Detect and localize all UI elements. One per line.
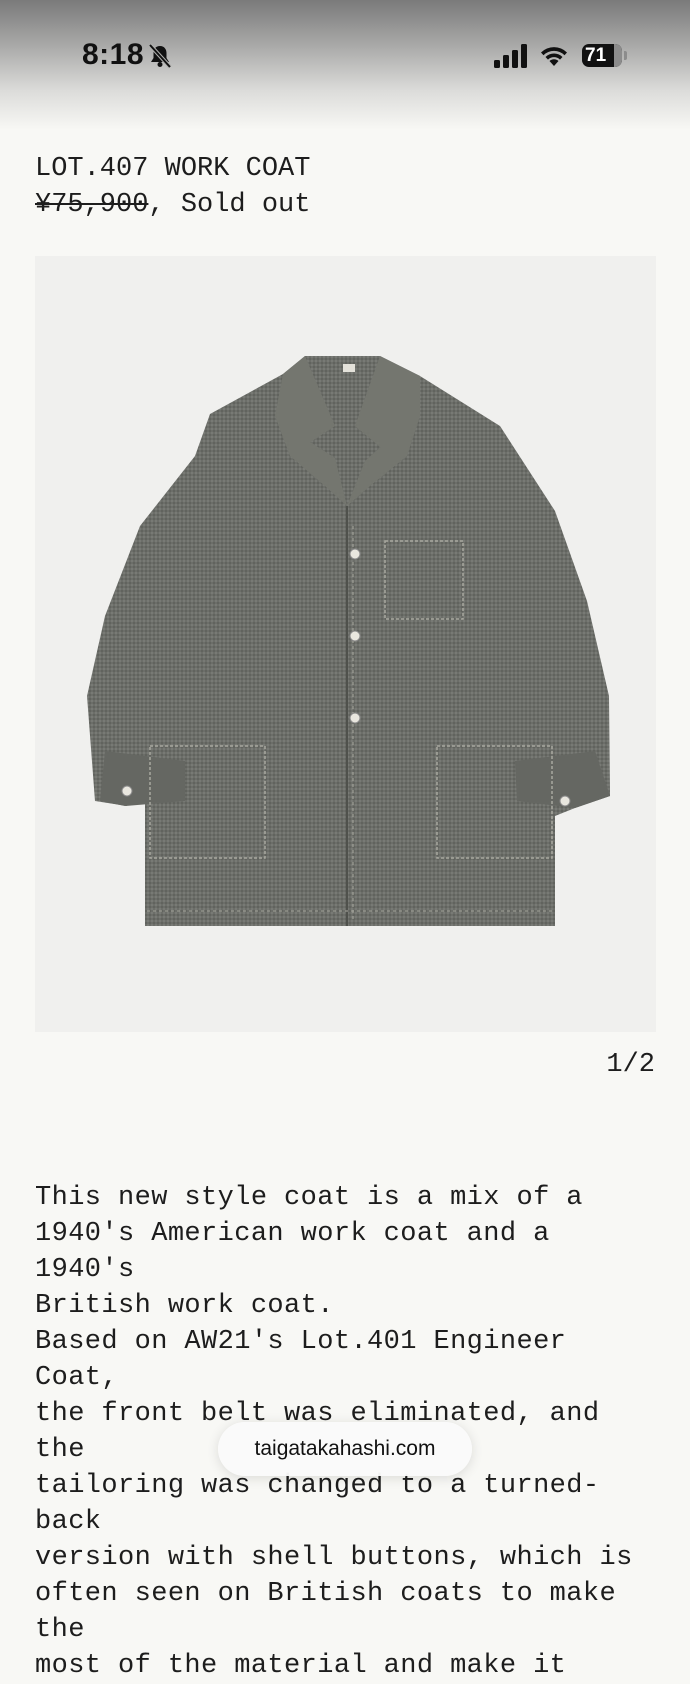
price-original: ¥75,900 <box>35 190 149 220</box>
product-image[interactable] <box>35 256 656 1032</box>
wifi-icon <box>541 47 567 66</box>
image-counter: 1/2 <box>606 1050 655 1080</box>
battery-tip <box>624 51 627 60</box>
bell-slash-icon <box>148 43 172 69</box>
battery-icon: 71 <box>582 44 622 67</box>
battery-level: 71 <box>585 45 607 66</box>
availability-status: Sold out <box>180 190 311 220</box>
work-coat-image <box>87 356 610 926</box>
price-separator: , <box>148 190 181 220</box>
product-price-line: ¥75,900, Sold out <box>35 188 310 222</box>
product-title: LOT.407 WORK COAT <box>35 154 311 184</box>
status-time: 8:18 <box>82 38 145 71</box>
cellular-signal-icon <box>494 44 527 68</box>
status-bar: 8:18 71 <box>0 0 690 130</box>
address-bar[interactable]: taigatakahashi.com <box>218 1422 472 1476</box>
